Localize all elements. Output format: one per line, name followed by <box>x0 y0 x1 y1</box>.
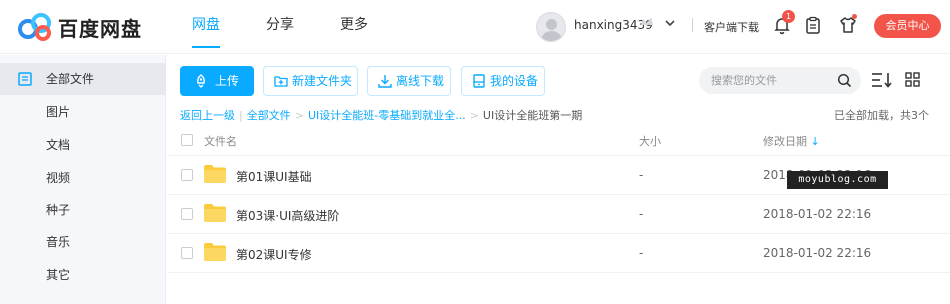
sidebar-item-label: 文档 <box>46 138 71 152</box>
chevron-down-icon[interactable] <box>664 17 676 29</box>
column-header-modified[interactable]: 修改日期 ↓ <box>763 133 820 149</box>
file-size: - <box>639 168 644 182</box>
load-status-text: 已全部加载，共3个 <box>834 109 929 122</box>
new-folder-icon <box>274 76 288 87</box>
sidebar-item-images[interactable]: 图片 <box>0 96 166 128</box>
offline-download-button[interactable]: 离线下载 <box>367 66 451 96</box>
member-center-button[interactable]: 会员中心 <box>874 14 941 38</box>
file-size: - <box>639 246 644 260</box>
breadcrumb-separator: > <box>294 109 304 122</box>
client-download-link[interactable]: 客户端下载 <box>704 19 759 35</box>
main-nav: 网盘 分享 更多 <box>192 0 414 54</box>
avatar[interactable] <box>536 12 566 42</box>
upload-button[interactable]: 上传 <box>180 66 254 96</box>
sidebar-item-label: 音乐 <box>46 235 71 249</box>
nav-more[interactable]: 更多 <box>340 0 368 54</box>
table-row[interactable]: 第03课·UI高级进阶 - 2018-01-02 22:16 <box>167 195 950 234</box>
breadcrumb-parent[interactable]: UI设计全能班-零基础到就业全... <box>308 109 466 122</box>
sidebar-item-music[interactable]: 音乐 <box>0 226 166 258</box>
nav-netdisk[interactable]: 网盘 <box>192 0 220 54</box>
select-all-checkbox[interactable] <box>181 134 193 146</box>
baidu-netdisk-logo[interactable]: 百度网盘 <box>16 12 142 42</box>
nav-share[interactable]: 分享 <box>266 0 294 54</box>
sidebar-item-documents[interactable]: 文档 <box>0 129 166 161</box>
notification-count-badge: 1 <box>782 10 795 23</box>
row-checkbox[interactable] <box>181 169 193 181</box>
logo-text: 百度网盘 <box>58 16 142 41</box>
breadcrumb-current: UI设计全能班第一期 <box>482 109 583 122</box>
folder-icon <box>204 165 226 183</box>
sort-desc-arrow-icon: ↓ <box>810 135 820 148</box>
table-row[interactable]: 第02课UI专修 - 2018-01-02 22:16 <box>167 234 950 273</box>
row-checkbox[interactable] <box>181 208 193 220</box>
sidebar-item-all-files[interactable]: 全部文件 <box>0 63 166 95</box>
cloud-logo-icon <box>18 13 51 41</box>
file-size: - <box>639 207 644 221</box>
avatar-head <box>546 19 557 30</box>
upload-rocket-icon <box>197 74 205 88</box>
breadcrumb: 返回上一级 | 全部文件 > UI设计全能班-零基础到就业全... > UI设计全能班第一期 <box>180 107 582 123</box>
sidebar: 全部文件 图片 文档 视频 种子 音乐 其它 <box>0 55 166 304</box>
avatar-body <box>541 31 562 41</box>
search-icon[interactable] <box>837 73 852 88</box>
upload-label: 上传 <box>215 74 240 88</box>
sidebar-item-label: 视频 <box>46 171 71 185</box>
sidebar-item-videos[interactable]: 视频 <box>0 162 166 194</box>
skin-new-dot <box>852 14 857 19</box>
header-divider <box>692 18 693 32</box>
grid-view-icon[interactable] <box>905 72 920 87</box>
folder-icon <box>204 204 226 222</box>
file-name[interactable]: 第02课UI专修 <box>236 246 312 263</box>
folder-list-icon <box>18 72 32 86</box>
column-header-name[interactable]: 文件名 <box>204 133 237 149</box>
sidebar-item-label: 种子 <box>46 203 71 217</box>
offline-download-label: 离线下载 <box>396 74 445 88</box>
new-folder-button[interactable]: 新建文件夹 <box>263 66 358 96</box>
device-icon <box>473 74 485 88</box>
row-checkbox[interactable] <box>181 247 193 259</box>
top-header: 百度网盘 网盘 分享 更多 hanxing3439 客户端下载 1 会员中心 <box>0 0 950 54</box>
breadcrumb-separator: | <box>239 109 243 122</box>
my-devices-label: 我的设备 <box>490 74 539 88</box>
file-name[interactable]: 第01课UI基础 <box>236 168 312 185</box>
clipboard-icon[interactable] <box>803 15 823 35</box>
sidebar-item-torrents[interactable]: 种子 <box>0 194 166 226</box>
sort-icon[interactable] <box>871 71 893 89</box>
breadcrumb-separator: > <box>469 109 479 122</box>
vip-badge-icon <box>641 17 653 25</box>
new-folder-label: 新建文件夹 <box>292 74 353 88</box>
download-icon <box>378 75 392 88</box>
sidebar-item-other[interactable]: 其它 <box>0 259 166 291</box>
watermark: moyublog.com <box>787 171 888 189</box>
file-name[interactable]: 第03课·UI高级进阶 <box>236 207 339 224</box>
file-table-header: 文件名 大小 修改日期 ↓ <box>167 124 950 156</box>
file-modified-date: 2018-01-02 22:16 <box>763 207 872 221</box>
my-devices-button[interactable]: 我的设备 <box>461 66 545 96</box>
search-input[interactable] <box>711 72 831 90</box>
search-box <box>699 67 861 94</box>
column-header-size[interactable]: 大小 <box>639 133 661 149</box>
folder-icon <box>204 243 226 261</box>
sidebar-item-label: 全部文件 <box>46 72 95 86</box>
file-modified-date: 2018-01-02 22:16 <box>763 246 872 260</box>
column-header-modified-label: 修改日期 <box>763 135 807 148</box>
sidebar-item-label: 图片 <box>46 105 71 119</box>
breadcrumb-all-files[interactable]: 全部文件 <box>247 109 291 122</box>
sidebar-item-label: 其它 <box>46 268 71 282</box>
breadcrumb-back-link[interactable]: 返回上一级 <box>180 109 235 122</box>
